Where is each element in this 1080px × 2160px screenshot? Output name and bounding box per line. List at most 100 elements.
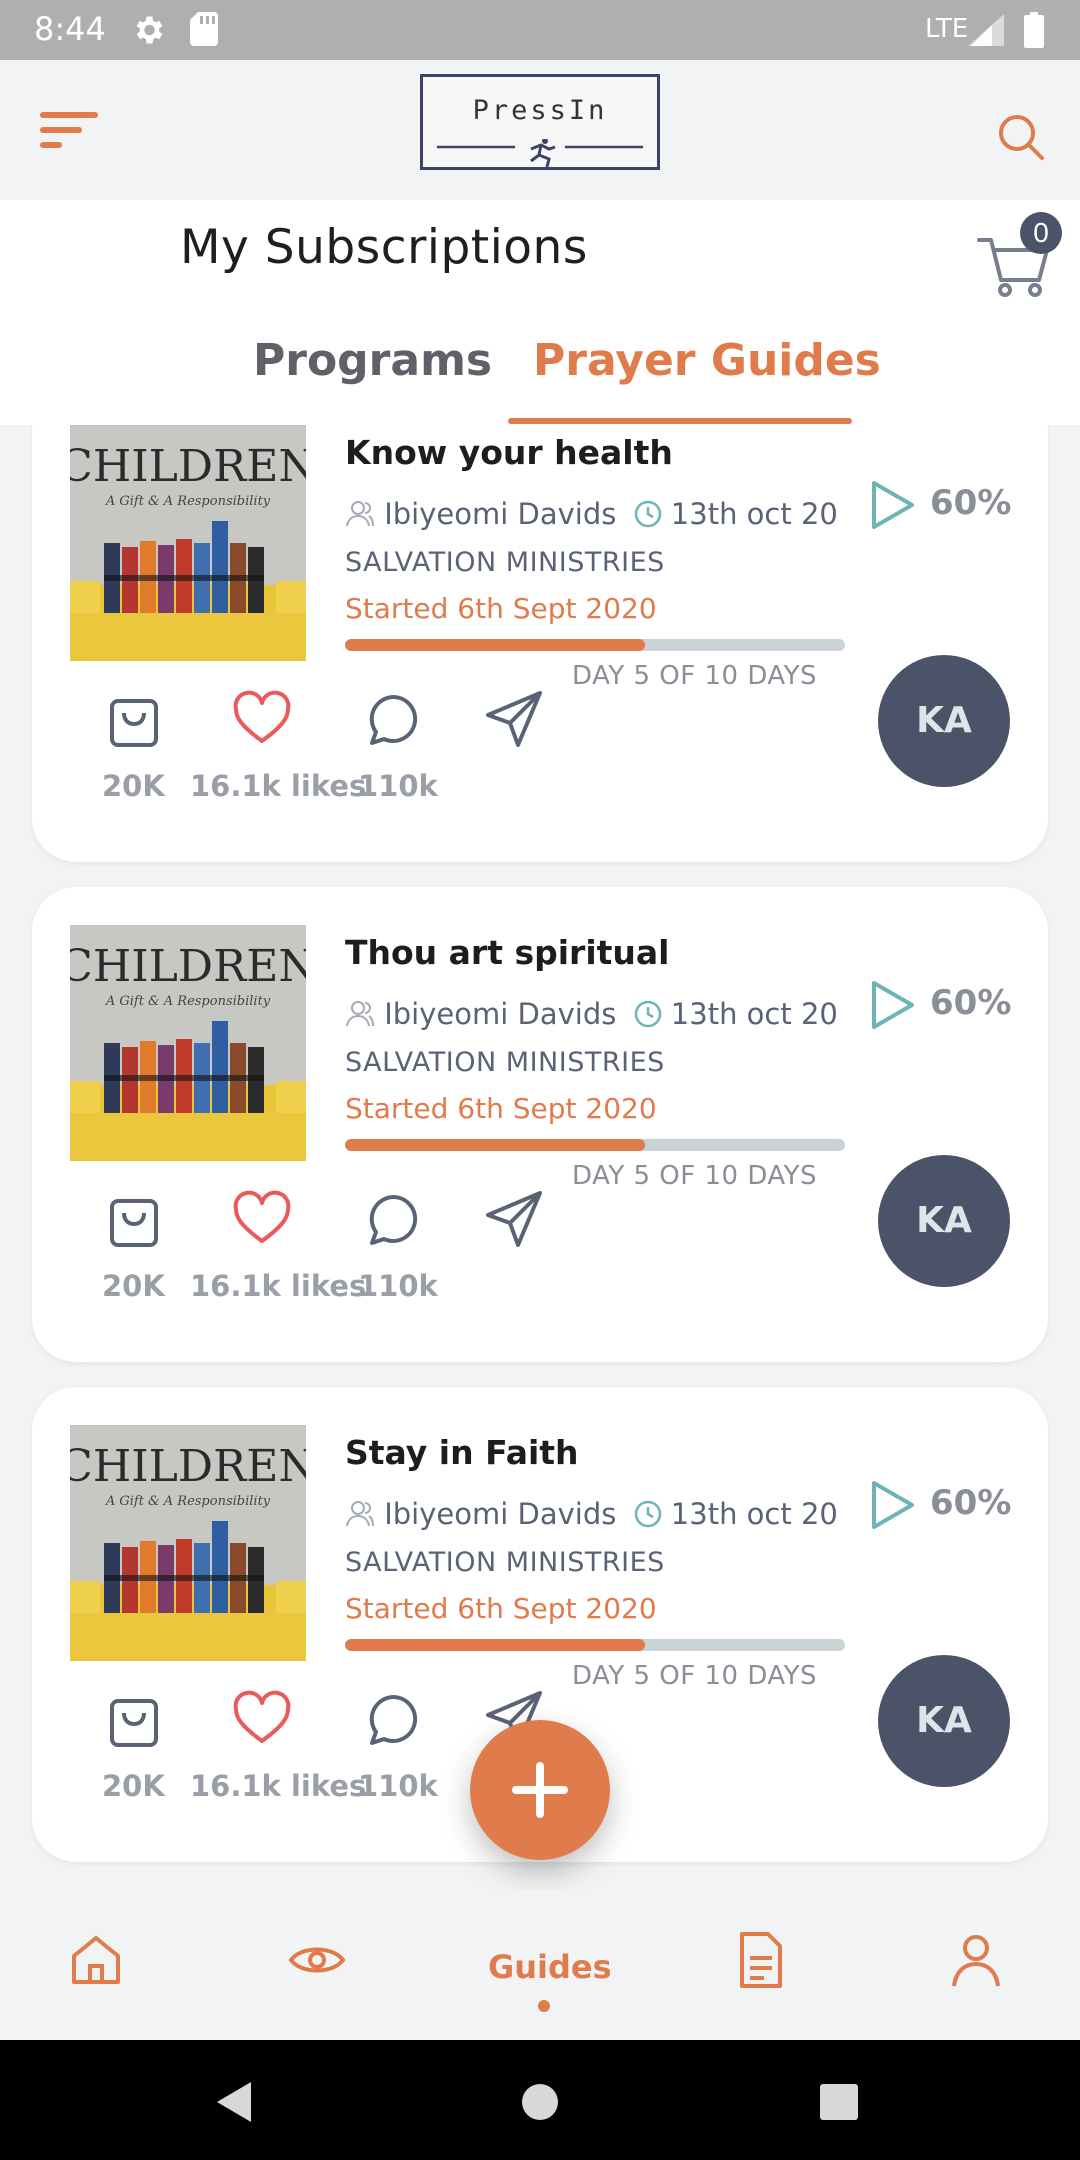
logo-text: PressIn xyxy=(472,95,608,126)
settings-gear-icon xyxy=(136,16,163,44)
author-icon xyxy=(346,501,374,527)
likes-count: 16.1k likes xyxy=(190,1769,367,1803)
cart-count-badge: 0 xyxy=(1020,212,1062,254)
home-button[interactable] xyxy=(522,2084,558,2120)
progress-fill xyxy=(345,639,645,651)
guide-thumbnail[interactable]: CHILDREN A Gift & A Responsibility xyxy=(70,425,306,661)
battery-icon xyxy=(1024,12,1044,48)
guide-meta: Ibiyeomi Davids 13th oct 20 xyxy=(345,997,838,1037)
crayon-cover-image: CHILDREN A Gift & A Responsibility xyxy=(70,1425,306,1661)
clock-icon xyxy=(634,1000,661,1028)
author-icon xyxy=(346,1501,374,1527)
comments-count: 110k xyxy=(358,1269,438,1303)
guide-day-progress: DAY 5 OF 10 DAYS xyxy=(572,1661,818,1691)
cover-title: CHILDREN xyxy=(70,441,306,492)
menu-icon[interactable] xyxy=(40,110,100,150)
cover-title: CHILDREN xyxy=(70,1441,306,1492)
crayon-cover-image: CHILDREN A Gift & A Responsibility xyxy=(70,925,306,1161)
guide-author: Ibiyeomi Davids xyxy=(384,497,617,531)
guide-card[interactable]: CHILDREN A Gift & A Responsibility Thou … xyxy=(32,887,1048,1362)
progress-fill xyxy=(345,1139,645,1151)
cover-subtitle: A Gift & A Responsibility xyxy=(105,1494,271,1509)
avatar[interactable]: KA xyxy=(878,655,1010,787)
comments-count: 110k xyxy=(358,1769,438,1803)
system-navigation-bar xyxy=(0,2040,1080,2160)
subscriptions-header: My Subscriptions Programs Prayer Guides xyxy=(0,200,1080,425)
tab-prayer-guides[interactable]: Prayer Guides xyxy=(533,335,881,386)
guide-progress-bar xyxy=(345,1639,845,1651)
guide-start-date: Started 6th Sept 2020 xyxy=(345,592,657,625)
guide-card[interactable]: CHILDREN A Gift & A Responsibility Know … xyxy=(32,425,1048,862)
avatar[interactable]: KA xyxy=(878,1655,1010,1787)
bag-count: 20K xyxy=(102,769,165,803)
likes-count: 16.1k likes xyxy=(190,769,367,803)
guide-author: Ibiyeomi Davids xyxy=(384,997,617,1031)
guide-author: Ibiyeomi Davids xyxy=(384,1497,617,1531)
author-icon xyxy=(346,1001,374,1027)
guide-percent: 60% xyxy=(930,483,1012,523)
guide-title[interactable]: Stay in Faith xyxy=(345,1433,579,1472)
shopping-bag-icon[interactable] xyxy=(102,1687,166,1751)
guide-date: 13th oct 20 xyxy=(670,497,838,531)
active-tab-indicator xyxy=(508,418,852,424)
app-header: PressIn xyxy=(0,60,1080,200)
guide-date: 13th oct 20 xyxy=(670,997,838,1031)
play-icon[interactable] xyxy=(862,475,922,535)
send-icon[interactable] xyxy=(482,1187,546,1251)
shopping-bag-icon[interactable] xyxy=(102,1187,166,1251)
back-icon[interactable] xyxy=(215,2080,253,2124)
crayon-cover-image: CHILDREN A Gift & A Responsibility xyxy=(70,425,306,661)
guide-title[interactable]: Thou art spiritual xyxy=(345,933,669,972)
guide-start-date: Started 6th Sept 2020 xyxy=(345,1092,657,1125)
runner-logo-icon xyxy=(437,139,643,167)
bag-count: 20K xyxy=(102,1769,165,1803)
guide-title[interactable]: Know your health xyxy=(345,433,673,472)
page-title: My Subscriptions xyxy=(180,220,588,275)
prayer-guides-list[interactable]: CHILDREN A Gift & A Responsibility Know … xyxy=(0,425,1080,1890)
guide-meta: Ibiyeomi Davids 13th oct 20 xyxy=(345,497,838,537)
status-bar: 8:44 LTE xyxy=(0,0,1080,60)
add-fab-button[interactable] xyxy=(470,1720,610,1860)
clock-icon xyxy=(634,1500,661,1528)
nav-guides[interactable]: Guides xyxy=(488,1948,612,1986)
guide-date: 13th oct 20 xyxy=(670,1497,838,1531)
avatar[interactable]: KA xyxy=(878,1155,1010,1287)
app-logo[interactable]: PressIn xyxy=(420,74,660,170)
document-icon[interactable] xyxy=(730,1930,790,1990)
comment-icon[interactable] xyxy=(362,1187,426,1251)
profile-icon[interactable] xyxy=(946,1930,1006,1990)
guide-organization: SALVATION MINISTRIES xyxy=(345,1547,665,1578)
tab-programs[interactable]: Programs xyxy=(253,335,492,386)
search-icon[interactable] xyxy=(996,112,1046,162)
guide-meta: Ibiyeomi Davids 13th oct 20 xyxy=(345,1497,838,1537)
heart-icon[interactable] xyxy=(230,687,294,751)
guide-thumbnail[interactable]: CHILDREN A Gift & A Responsibility xyxy=(70,925,306,1161)
likes-count: 16.1k likes xyxy=(190,1269,367,1303)
guide-organization: SALVATION MINISTRIES xyxy=(345,547,665,578)
active-nav-dot xyxy=(538,2000,550,2012)
shopping-bag-icon[interactable] xyxy=(102,687,166,751)
signal-icon xyxy=(968,14,1004,46)
status-time: 8:44 xyxy=(34,10,106,48)
comment-icon[interactable] xyxy=(362,687,426,751)
plus-icon xyxy=(512,1762,568,1818)
cover-subtitle: A Gift & A Responsibility xyxy=(105,994,271,1009)
send-icon[interactable] xyxy=(482,687,546,751)
progress-fill xyxy=(345,1639,645,1651)
heart-icon[interactable] xyxy=(230,1187,294,1251)
cover-subtitle: A Gift & A Responsibility xyxy=(105,494,271,509)
recent-apps-button[interactable] xyxy=(820,2084,858,2120)
heart-icon[interactable] xyxy=(230,1687,294,1751)
play-icon[interactable] xyxy=(862,975,922,1035)
guide-start-date: Started 6th Sept 2020 xyxy=(345,1592,657,1625)
guide-day-progress: DAY 5 OF 10 DAYS xyxy=(572,1161,818,1191)
guide-organization: SALVATION MINISTRIES xyxy=(345,1047,665,1078)
bottom-navigation: Guides xyxy=(0,1890,1080,2040)
home-icon[interactable] xyxy=(66,1930,126,1990)
guide-thumbnail[interactable]: CHILDREN A Gift & A Responsibility xyxy=(70,1425,306,1661)
play-icon[interactable] xyxy=(862,1475,922,1535)
eye-icon[interactable] xyxy=(287,1930,347,1990)
guide-percent: 60% xyxy=(930,983,1012,1023)
clock-icon xyxy=(634,500,661,528)
comment-icon[interactable] xyxy=(362,1687,426,1751)
